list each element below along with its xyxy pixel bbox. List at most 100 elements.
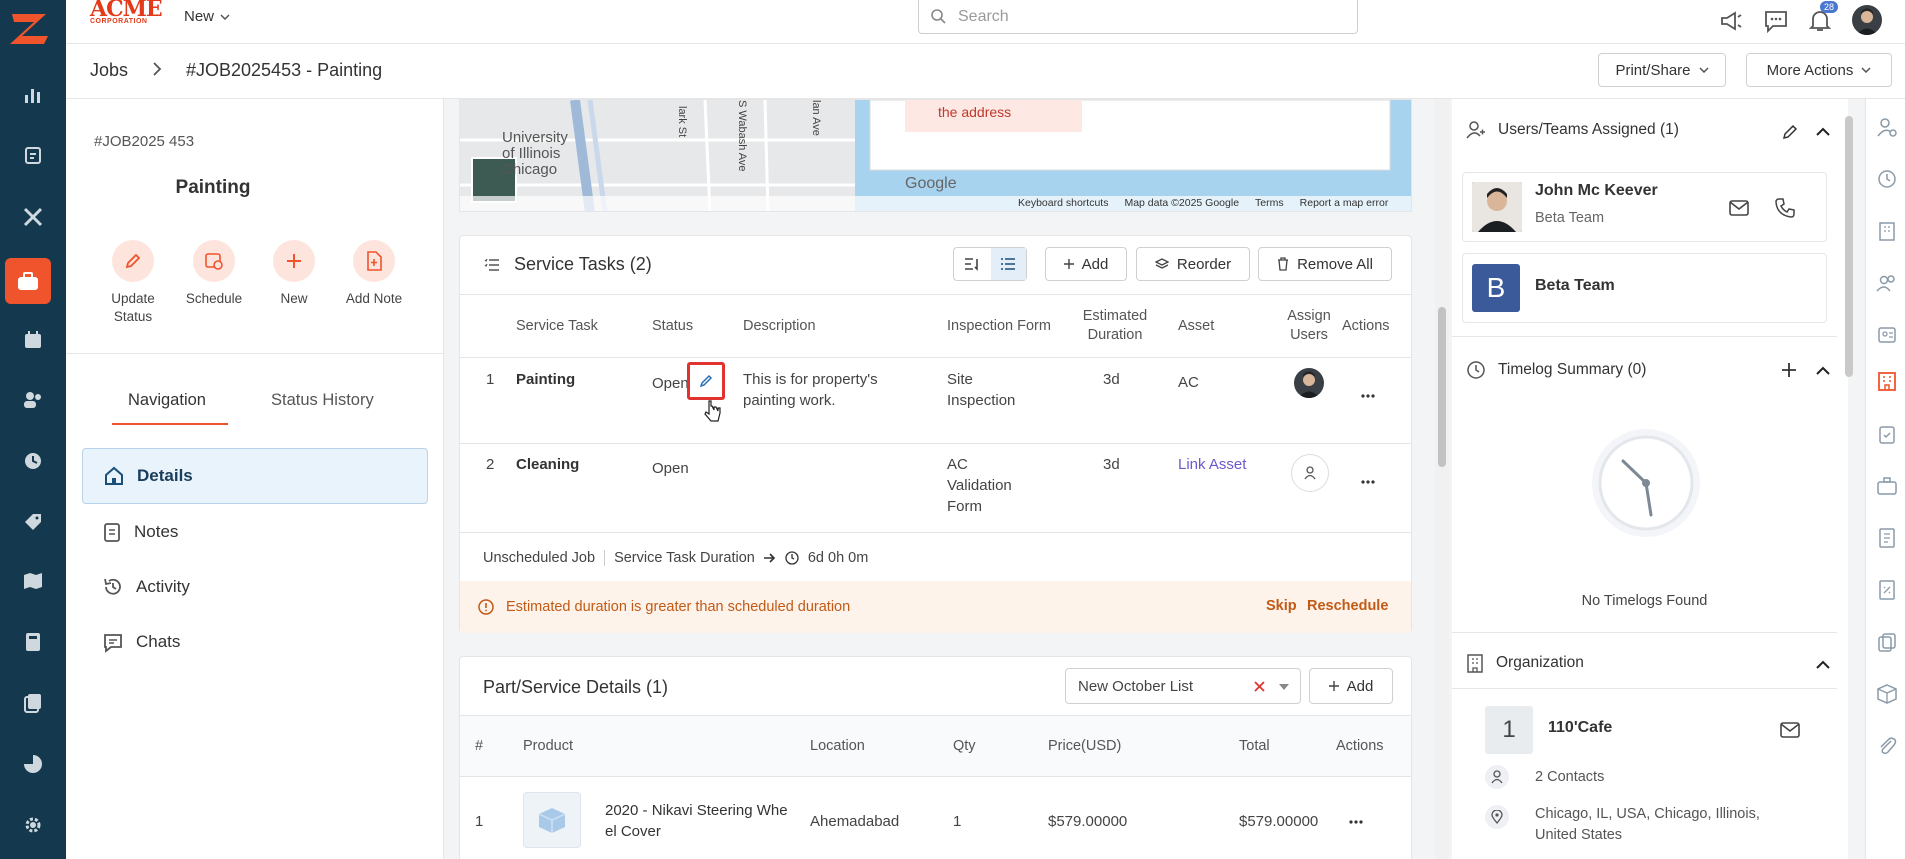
part-product-name[interactable]: 2020 - Nikavi Steering Whe el Cover [605,800,800,842]
mail-icon[interactable] [1780,722,1800,738]
map-terms-link[interactable]: Terms [1255,197,1284,209]
product-thumbnail[interactable] [523,792,581,848]
right-scrollbar-thumb[interactable] [1845,116,1853,377]
reorder-button[interactable]: Reorder [1136,247,1250,281]
calculator-icon[interactable] [16,625,50,659]
tag-icon[interactable] [16,505,50,539]
mail-icon[interactable] [1729,200,1749,216]
add-task-button[interactable]: Add [1045,247,1127,281]
col-product: Product [523,738,573,754]
list-view-icon[interactable] [990,248,1026,280]
chevron-up-icon[interactable] [1816,366,1830,375]
task-name[interactable]: Painting [516,369,575,390]
user-photo [1472,182,1522,232]
empty-clock-illustration [1592,429,1700,537]
attachment-icon[interactable] [1876,735,1898,757]
org-contacts[interactable]: 2 Contacts [1535,769,1604,785]
clipboard-check-icon[interactable] [1876,423,1898,445]
clipboard-icon[interactable] [16,138,50,172]
map-view[interactable]: the address University of Illinois Chica… [459,99,1412,212]
tab-status-history[interactable]: Status History [271,391,374,410]
more-options-icon[interactable] [1349,820,1363,824]
calendar-icon[interactable] [16,323,50,357]
nav-item-notes[interactable]: Notes [82,504,428,560]
avatar[interactable] [1852,5,1882,35]
right-scrollbar[interactable] [1844,114,1854,859]
clock-icon[interactable] [16,444,50,478]
edit-status-button[interactable] [687,362,725,400]
more-options-icon[interactable] [1361,480,1375,484]
user-settings-icon[interactable] [1876,116,1898,138]
print-share-button[interactable]: Print/Share [1598,53,1726,87]
pencil-icon [699,374,713,388]
col-actions: Actions [1336,738,1384,754]
clear-icon[interactable] [1254,681,1265,692]
print-share-label: Print/Share [1615,61,1691,79]
reschedule-button[interactable]: Reschedule [1307,598,1388,614]
main-scrollbar-thumb[interactable] [1438,307,1446,467]
pie-chart-icon[interactable] [16,747,50,781]
map-label-university: University of Illinois Chicago [502,130,568,178]
package-icon[interactable] [1876,683,1898,705]
dashboard-icon[interactable] [16,78,50,112]
contacts-icon[interactable] [1876,272,1898,294]
chevron-up-icon[interactable] [1816,127,1830,136]
estimate-icon[interactable] [1876,579,1898,601]
assigned-user-avatar[interactable] [1294,368,1324,398]
job-number: #JOB2025 453 [94,133,195,150]
sort-icon[interactable] [954,248,991,280]
new-menu[interactable]: New [184,8,230,25]
schedule-button[interactable]: Schedule [174,240,254,308]
org-name[interactable]: 110'Cafe [1548,719,1612,737]
map-shortcuts-link[interactable]: Keyboard shortcuts [1018,197,1108,209]
skip-button[interactable]: Skip [1266,598,1297,614]
pencil-icon[interactable] [1782,124,1798,140]
breadcrumb-jobs-link[interactable]: Jobs [90,60,128,81]
chevron-up-icon[interactable] [1816,660,1830,669]
link-asset-link[interactable]: Link Asset [1178,454,1246,475]
plus-icon[interactable] [1782,363,1796,377]
chevron-down-icon [220,13,230,20]
building-icon[interactable] [1876,220,1898,242]
assigned-team-card[interactable]: B Beta Team [1462,253,1827,323]
app-logo-icon[interactable] [8,6,58,50]
nav-item-activity[interactable]: Activity [82,559,428,615]
chat-icon[interactable] [1763,8,1789,34]
tab-navigation[interactable]: Navigation [128,391,206,410]
remove-all-button[interactable]: Remove All [1258,247,1392,281]
search-input[interactable]: Search [918,0,1358,34]
invoice-icon[interactable] [1876,527,1898,549]
map-icon[interactable] [16,564,50,598]
documents-icon[interactable] [16,686,50,720]
task-name[interactable]: Cleaning [516,454,579,475]
breadcrumb: Jobs #JOB2025453 - Painting Print/Share … [66,44,1905,99]
jobs-icon[interactable] [5,258,51,304]
assigned-user-card[interactable]: John Mc Keever Beta Team [1462,172,1827,242]
nav-item-chats[interactable]: Chats [82,614,428,670]
clock-icon[interactable] [1876,168,1898,190]
more-options-icon[interactable] [1361,394,1375,398]
update-status-button[interactable]: Update Status [93,240,173,326]
assign-user-button[interactable] [1291,454,1329,492]
copy-icon[interactable] [1876,631,1898,653]
map-street-label: S Wabash Ave [736,100,748,172]
id-card-icon[interactable] [1876,324,1898,346]
phone-icon[interactable] [1775,198,1795,218]
caret-down-icon[interactable] [1279,684,1289,690]
add-note-button[interactable]: Add Note [334,240,414,308]
brand-logo[interactable]: ACME CORPORATION [90,0,163,30]
map-report-link[interactable]: Report a map error [1300,197,1389,209]
announcement-icon[interactable] [1718,8,1744,34]
chevron-right-icon [152,62,162,76]
more-actions-button[interactable]: More Actions [1746,53,1892,87]
add-part-button[interactable]: Add [1309,668,1393,704]
settings-icon[interactable] [16,808,50,842]
price-list-select[interactable]: New October List [1065,668,1301,704]
nav-item-details[interactable]: Details [82,448,428,504]
users-icon[interactable] [16,383,50,417]
briefcase-icon[interactable] [1876,475,1898,497]
main-scrollbar[interactable] [1435,99,1449,859]
tools-icon[interactable] [16,200,50,234]
new-button[interactable]: New [254,240,334,308]
organization-active-icon[interactable] [1876,370,1898,392]
